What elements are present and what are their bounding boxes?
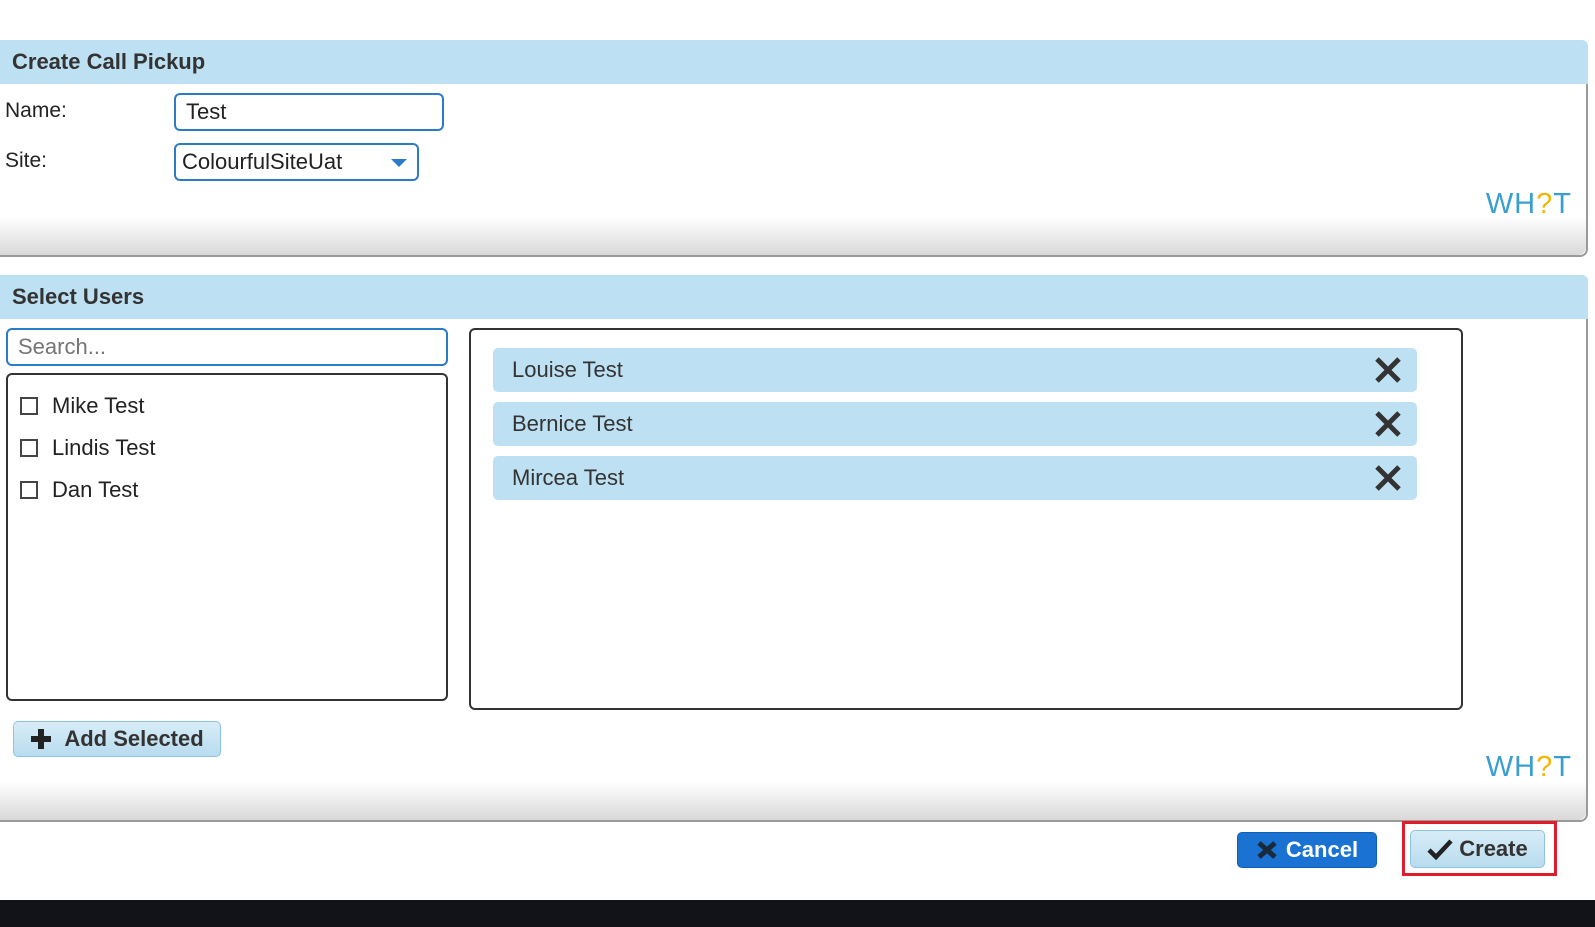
user-search-input[interactable] [6,328,448,366]
checkmark-icon [1427,839,1453,860]
site-select[interactable]: ColourfulSiteUat [174,143,419,181]
whot-help-logo[interactable]: WH?T [1486,751,1572,784]
panel-footer-gradient [0,217,1586,255]
selected-user-name: Bernice Test [512,411,633,436]
add-selected-button[interactable]: Add Selected [13,721,221,757]
list-item[interactable]: Mike Test [20,391,145,421]
name-label: Name: [5,99,67,122]
panel-footer-gradient [0,782,1586,820]
create-button[interactable]: Create [1410,830,1545,868]
panel-body: Name: Site: ColourfulSiteUat WH?T [0,84,1588,257]
site-label: Site: [5,149,48,172]
selected-user-name: Louise Test [512,357,623,382]
os-taskbar [0,900,1595,927]
available-users-list[interactable]: Mike Test Lindis Test Dan Test [6,373,448,701]
panel-title: Create Call Pickup [0,40,1588,84]
selected-users-list: Louise Test Bernice Test Mircea Test [469,328,1463,710]
list-item[interactable]: Dan Test [20,475,138,505]
site-select-value: ColourfulSiteUat [182,149,343,174]
checkbox[interactable] [20,481,38,499]
close-icon[interactable] [1373,409,1403,439]
plus-icon [31,729,52,749]
panel-title: Select Users [0,275,1588,319]
name-input[interactable] [174,93,444,131]
selected-user-name: Mircea Test [512,465,625,490]
create-call-pickup-panel: Create Call Pickup Name: Site: Colourful… [0,40,1588,257]
selected-user-chip: Mircea Test [493,456,1417,500]
cancel-button[interactable]: Cancel [1237,832,1377,868]
selected-user-chip: Louise Test [493,348,1417,392]
user-name: Mike Test [52,393,145,418]
cancel-icon [1257,841,1277,859]
user-name: Lindis Test [52,435,156,460]
checkbox[interactable] [20,397,38,415]
checkbox[interactable] [20,439,38,457]
selected-user-chip: Bernice Test [493,402,1417,446]
chevron-down-icon [391,159,407,167]
panel-body: Mike Test Lindis Test Dan Test Louise Te… [0,319,1588,822]
close-icon[interactable] [1373,463,1403,493]
select-users-panel: Select Users Mike Test Lindis Test Dan T… [0,275,1588,822]
user-name: Dan Test [52,477,139,502]
list-item[interactable]: Lindis Test [20,433,156,463]
close-icon[interactable] [1373,355,1403,385]
